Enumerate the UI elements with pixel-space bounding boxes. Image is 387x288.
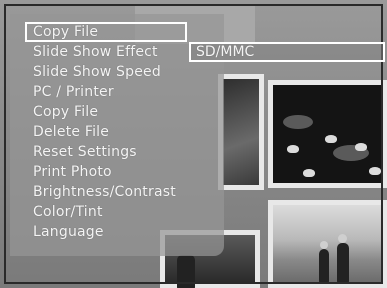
menu-item-language[interactable]: Language [33, 222, 104, 242]
menu-item-print-photo[interactable]: Print Photo [33, 162, 112, 182]
menu-item-reset-settings[interactable]: Reset Settings [33, 142, 137, 162]
menu-item-slide-show-effect[interactable]: Slide Show Effect [33, 42, 158, 62]
menu-item-brightness-contrast[interactable]: Brightness/Contrast [33, 182, 176, 202]
menu-item-copy-file-header[interactable]: Copy File [33, 22, 98, 42]
menu-item-slide-show-speed[interactable]: Slide Show Speed [33, 62, 161, 82]
menu-item-color-tint[interactable]: Color/Tint [33, 202, 103, 222]
menu-item-copy-file[interactable]: Copy File [33, 102, 98, 122]
menu-item-delete-file[interactable]: Delete File [33, 122, 109, 142]
menu-item-pc-printer[interactable]: PC / Printer [33, 82, 114, 102]
submenu-value[interactable]: SD/MMC [196, 42, 254, 62]
device-screen: SD/MMC Copy File Slide Show Effect Slide… [0, 0, 387, 288]
